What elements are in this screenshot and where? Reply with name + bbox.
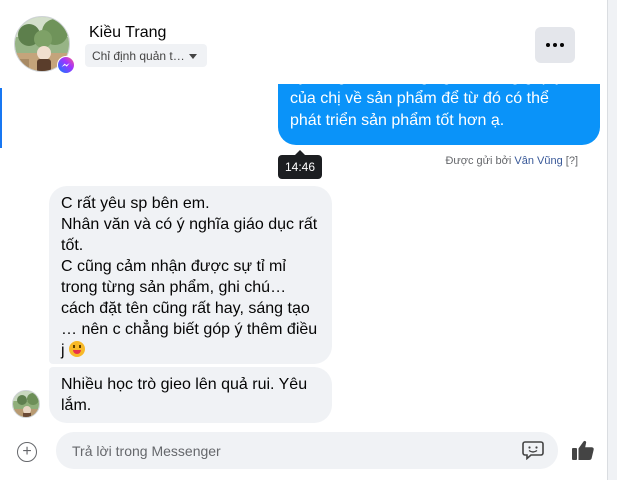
- incoming-message-line: tốt.: [61, 237, 84, 254]
- incoming-message-line: cách đặt tên cũng rất hay, sáng tạo: [61, 300, 310, 317]
- assign-dropdown-label: Chỉ định quản t…: [92, 49, 185, 63]
- reply-composer: +: [0, 430, 607, 480]
- sent-by-help-link[interactable]: [?]: [566, 155, 578, 167]
- more-horizontal-icon-dot: [560, 43, 564, 47]
- incoming-message-line: lắm.: [61, 397, 92, 414]
- emoji-icon[interactable]: [522, 440, 544, 460]
- outgoing-message-line: phát triển sản phẩm tốt hơn ạ.: [290, 112, 505, 129]
- tongue-emoji-icon: [68, 341, 85, 357]
- outgoing-message-line: của chị về sản phẩm để từ đó có thể: [290, 90, 549, 107]
- messenger-icon: [57, 56, 75, 74]
- assign-dropdown[interactable]: Chỉ định quản t…: [85, 44, 207, 67]
- contact-avatar-small[interactable]: [12, 390, 40, 418]
- sent-by-label: Được gửi bởi Vân Vũng [?]: [445, 155, 578, 167]
- sent-by-agent-link[interactable]: Vân Vũng: [514, 155, 562, 167]
- more-options-button[interactable]: [535, 27, 575, 63]
- incoming-message-line: Nhiều học trò gieo lên quả rui. Yêu: [61, 376, 308, 393]
- more-horizontal-icon-dot: [553, 43, 557, 47]
- incoming-message-line: C cũng cảm nhận được sự tỉ mỉ: [61, 258, 286, 275]
- chevron-down-icon: [189, 54, 197, 59]
- incoming-message-line: … nên c chẳng biết góp ý thêm điều: [61, 321, 318, 338]
- incoming-message-line: C rất yêu sp bên em.: [61, 195, 210, 212]
- contact-name: Kiều Trang: [89, 24, 167, 41]
- incoming-message-last-line: j: [61, 340, 320, 361]
- sent-by-prefix: Được gửi bởi: [445, 155, 512, 167]
- messenger-conversation-panel: hy vọng có thể lắng nghe những góp ý của…: [0, 0, 608, 480]
- incoming-message-line: trong từng sản phẩm, ghi chú…: [61, 279, 287, 296]
- incoming-message-bubble[interactable]: C rất yêu sp bên em. Nhân văn và có ý ng…: [49, 186, 332, 364]
- reply-input[interactable]: [56, 432, 558, 469]
- incoming-message-line: Nhân văn và có ý nghĩa giáo dục rất: [61, 216, 318, 233]
- more-horizontal-icon-dot: [546, 43, 550, 47]
- thumbs-up-icon[interactable]: [571, 438, 595, 462]
- plus-circle-icon[interactable]: +: [17, 442, 37, 462]
- incoming-message-text: j: [61, 342, 65, 359]
- conversation-header: Kiều Trang Chỉ định quản t…: [0, 0, 607, 84]
- timestamp-tooltip: 14:46: [278, 150, 322, 179]
- incoming-message-bubble[interactable]: Nhiều học trò gieo lên quả rui. Yêu lắm.: [49, 367, 332, 423]
